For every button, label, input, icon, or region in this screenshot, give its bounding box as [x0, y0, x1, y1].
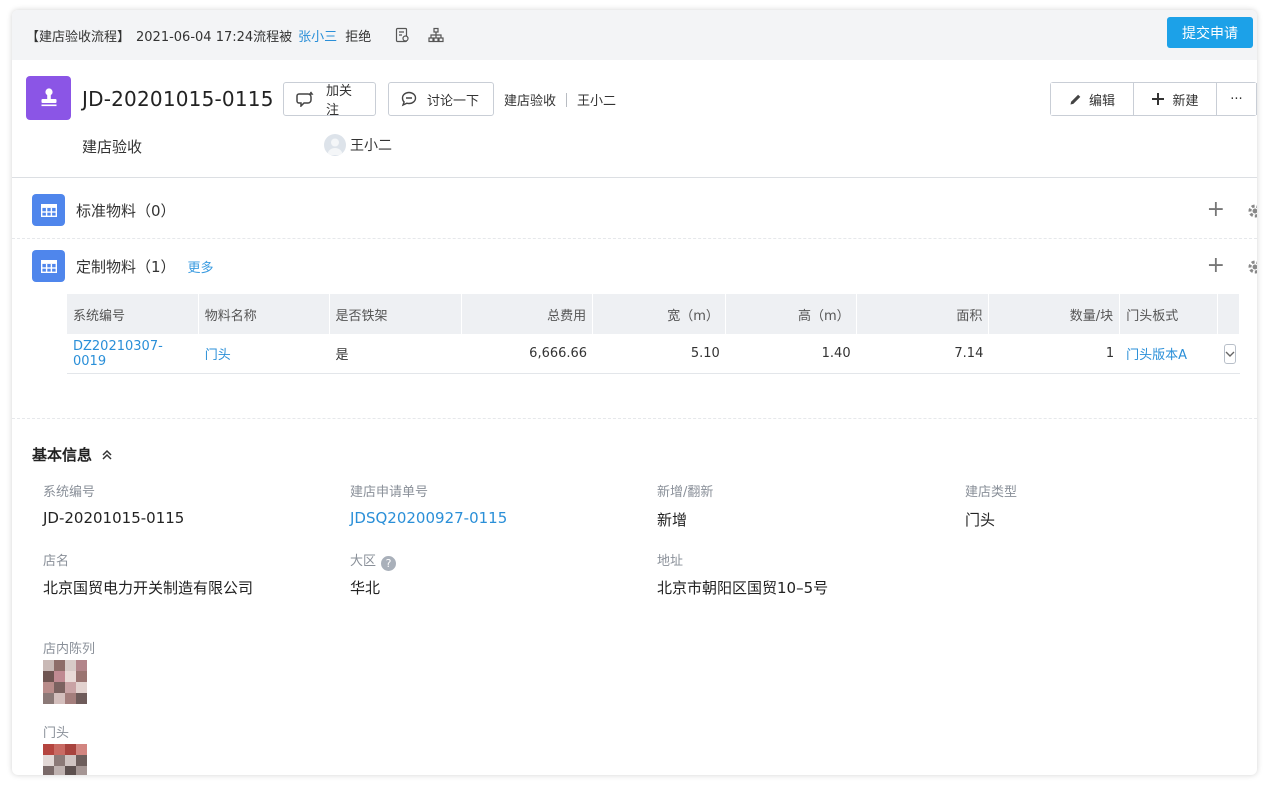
custom-material-header: 定制物料（1） 更多	[32, 250, 214, 282]
owner-name: 王小二	[350, 138, 392, 154]
table-icon	[32, 250, 65, 282]
add-custom-material-icon[interactable]: +	[1207, 255, 1225, 277]
new-label: 新建	[1172, 93, 1199, 109]
column-header[interactable]: 是否铁架	[330, 294, 463, 334]
breadcrumb-owner: 王小二	[577, 94, 617, 109]
row-expand-cell	[1218, 334, 1240, 373]
more-label: ···	[1230, 91, 1243, 107]
table-row[interactable]: DZ20210307-0019 门头 是 6,666.66 5.10 1.40 …	[67, 334, 1240, 374]
basic-info-header[interactable]: 基本信息	[32, 444, 113, 465]
column-header[interactable]: 门头板式	[1120, 294, 1219, 334]
custom-material-table: 系统编号 物料名称 是否铁架 总费用 宽（m） 高（m） 面积 数量/块 门头板…	[67, 294, 1241, 374]
process-user-link[interactable]: 张小三	[298, 26, 337, 45]
process-status-bar: 【建店验收流程】 2021-06-04 17:24流程被 张小三 拒绝 提交申请	[12, 10, 1257, 60]
application-number-link[interactable]: JDSQ20200927-0115	[350, 509, 507, 527]
standard-material-header: 标准物料（0）	[32, 194, 176, 226]
field-label: 新增/翻新	[657, 485, 714, 500]
flow-document-icon[interactable]	[393, 26, 411, 44]
submit-application-button[interactable]: 提交申请	[1167, 17, 1253, 48]
detail-card: 【建店验收流程】 2021-06-04 17:24流程被 张小三 拒绝 提交申请…	[12, 10, 1257, 775]
field-value: 门头	[965, 511, 996, 529]
record-action-group: 编辑 新建 ···	[1050, 82, 1257, 116]
table-header-row: 系统编号 物料名称 是否铁架 总费用 宽（m） 高（m） 面积 数量/块 门头板…	[67, 294, 1241, 334]
help-icon[interactable]: ?	[381, 556, 397, 571]
gear-icon[interactable]	[1247, 203, 1257, 219]
section-divider	[12, 418, 1257, 419]
cell-system-number-link[interactable]: DZ20210307-0019	[67, 334, 199, 373]
custom-material-title: 定制物料（1）	[76, 257, 176, 276]
plus-icon	[1151, 92, 1165, 106]
stamp-icon	[26, 76, 71, 120]
pencil-icon	[1069, 93, 1082, 106]
column-header[interactable]: 物料名称	[199, 294, 330, 334]
standard-material-title: 标准物料（0）	[76, 201, 176, 220]
cell-iron-frame: 是	[335, 348, 349, 363]
record-subtitle: 建店验收	[82, 138, 143, 156]
cell-total-cost: 6,666.66	[529, 346, 588, 361]
chevron-down-icon[interactable]	[1223, 343, 1236, 364]
field-label: 大区	[350, 554, 377, 569]
cell-sign-style-link[interactable]: 门头版本A	[1120, 334, 1218, 373]
field-value: 北京市朝阳区国贸10–5号	[657, 579, 829, 597]
storefront-image-thumbnail[interactable]	[43, 744, 87, 775]
new-button[interactable]: 新建	[1134, 83, 1217, 115]
field-label-with-help: 大区?	[350, 550, 397, 571]
record-header: JD-20201015-0115 加关注 讨论一下 建店验收 王小二 建店验收 …	[12, 60, 1257, 178]
gear-icon[interactable]	[1247, 259, 1257, 275]
edit-label: 编辑	[1088, 93, 1115, 109]
table-icon	[32, 194, 65, 226]
follow-icon	[296, 91, 316, 107]
more-actions-button[interactable]: ···	[1217, 83, 1257, 115]
section-divider	[12, 238, 1257, 239]
custom-material-more-link[interactable]: 更多	[188, 257, 214, 276]
follow-label: 加关注	[326, 84, 353, 118]
field-label: 地址	[657, 554, 684, 569]
breadcrumb-divider	[566, 92, 568, 107]
breadcrumb: 建店验收 王小二	[504, 90, 616, 109]
column-header[interactable]: 面积	[857, 294, 990, 334]
column-header[interactable]: 高（m）	[726, 294, 857, 334]
field-label: 建店类型	[965, 485, 1018, 500]
column-header[interactable]: 宽（m）	[593, 294, 726, 334]
add-standard-material-icon[interactable]: +	[1207, 199, 1225, 221]
collapse-chevron-up-icon[interactable]	[101, 449, 113, 461]
field-label: 店名	[43, 554, 70, 569]
field-value: 华北	[350, 579, 381, 597]
store-display-image-thumbnail[interactable]	[43, 660, 87, 704]
record-number: JD-20201015-0115	[82, 87, 274, 111]
field-label: 门头	[43, 726, 70, 741]
cell-area: 7.14	[954, 346, 984, 361]
process-name: 【建店验收流程】	[26, 29, 131, 45]
field-label: 系统编号	[43, 485, 96, 500]
field-label: 店内陈列	[43, 642, 96, 657]
process-datetime: 2021-06-04 17:24流程被	[136, 29, 293, 45]
discuss-label: 讨论一下	[427, 93, 480, 109]
chat-bubble-icon	[401, 91, 417, 107]
column-header[interactable]: 总费用	[462, 294, 594, 334]
cell-height: 1.40	[821, 346, 851, 361]
edit-button[interactable]: 编辑	[1051, 83, 1134, 115]
column-header[interactable]: 系统编号	[67, 294, 199, 334]
field-value: JD-20201015-0115	[43, 509, 185, 527]
org-chart-icon[interactable]	[427, 26, 445, 44]
column-header-spacer	[1218, 294, 1241, 334]
cell-quantity: 1	[1105, 346, 1115, 361]
field-value: 北京国贸电力开关制造有限公司	[43, 579, 254, 597]
record-owner[interactable]: 王小二	[324, 134, 392, 156]
field-label: 建店申请单号	[350, 485, 429, 500]
cell-material-name-link[interactable]: 门头	[199, 334, 330, 373]
cell-width: 5.10	[690, 346, 720, 361]
process-action: 拒绝	[345, 29, 372, 45]
breadcrumb-type: 建店验收	[504, 94, 557, 109]
discuss-button[interactable]: 讨论一下	[388, 82, 494, 116]
avatar	[324, 134, 346, 156]
column-header[interactable]: 数量/块	[989, 294, 1121, 334]
basic-info-title: 基本信息	[32, 446, 93, 464]
follow-button[interactable]: 加关注	[283, 82, 376, 118]
field-value: 新增	[657, 511, 688, 529]
